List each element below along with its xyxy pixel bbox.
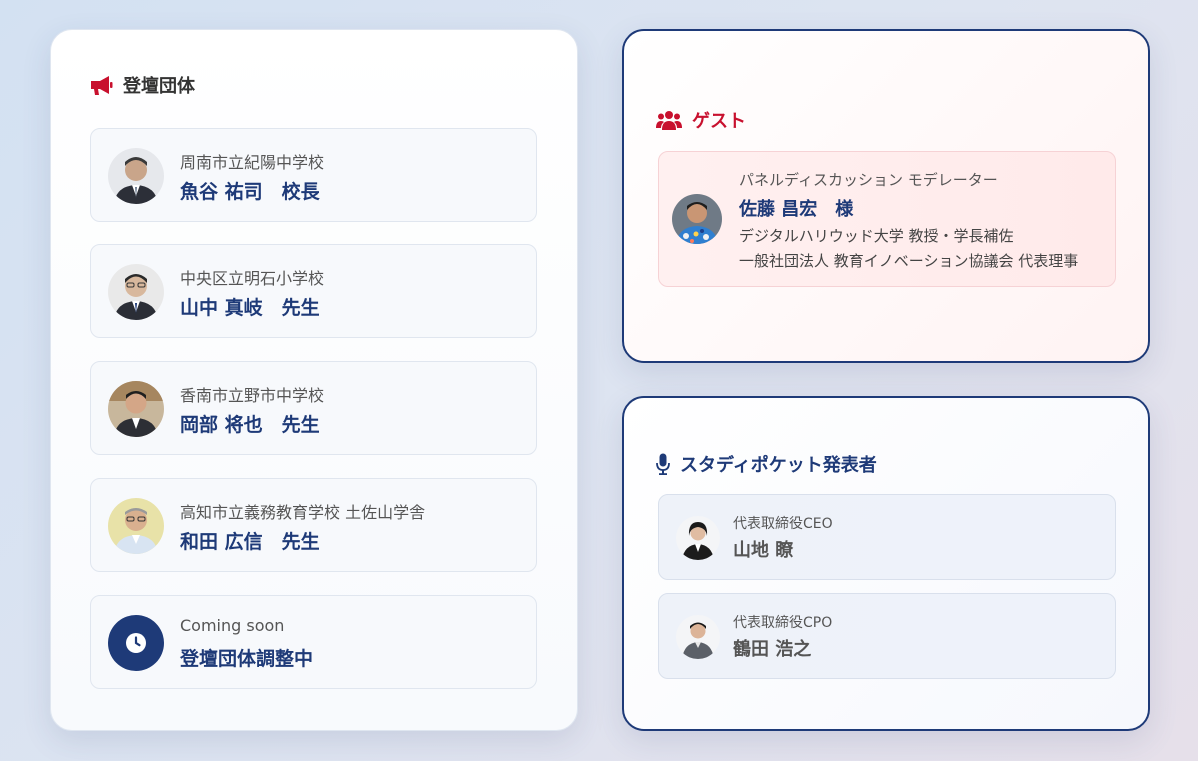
- avatar: [108, 498, 164, 554]
- guest-title: ゲスト: [692, 111, 746, 132]
- member-name: 登壇団体調整中: [180, 648, 314, 670]
- organizations-card: 登壇団体 周南市立紀陽中学校 魚谷 祐司 校長 中央区立明石小学校 山中 真岐 …: [50, 29, 578, 731]
- guest-profile: パネルディスカッション モデレーター 佐藤 昌宏 様 デジタルハリウッド大学 教…: [658, 151, 1116, 287]
- guest-heading: ゲスト: [656, 107, 746, 133]
- avatar: [672, 194, 722, 244]
- member-name: 岡部 将也 先生: [180, 414, 320, 436]
- member-school: 高知市立義務教育学校 土佐山学舎: [180, 503, 426, 522]
- guest-role: パネルディスカッション モデレーター: [739, 171, 998, 189]
- avatar: [108, 148, 164, 204]
- presenters-title: スタディポケット発表者: [680, 455, 877, 476]
- presenter-card: 代表取締役CEO 山地 瞭: [658, 494, 1116, 580]
- presenter-title: 代表取締役CEO: [733, 516, 833, 532]
- guest-affiliation: デジタルハリウッド大学 教授・学長補佐: [739, 227, 1014, 245]
- member-name: 和田 広信 先生: [180, 531, 320, 553]
- microphone-icon: [656, 453, 670, 475]
- megaphone-icon: [89, 74, 113, 96]
- member-card: 中央区立明石小学校 山中 真岐 先生: [90, 244, 537, 338]
- member-school: Coming soon: [180, 616, 285, 635]
- guest-affiliation: 一般社団法人 教育イノベーション協議会 代表理事: [739, 252, 1079, 270]
- member-card: 周南市立紀陽中学校 魚谷 祐司 校長: [90, 128, 537, 222]
- member-school: 周南市立紀陽中学校: [180, 153, 325, 172]
- member-card: 香南市立野市中学校 岡部 将也 先生: [90, 361, 537, 455]
- organizations-heading: 登壇団体: [89, 72, 195, 98]
- avatar: [108, 264, 164, 320]
- presenter-title: 代表取締役CPO: [733, 615, 833, 631]
- presenter-name: 鶴田 浩之: [733, 639, 812, 660]
- guest-card: ゲスト パネルディスカッション モデレーター 佐藤 昌宏 様 デジタルハリウッド…: [622, 29, 1150, 363]
- member-school: 中央区立明石小学校: [180, 269, 325, 288]
- clock-icon: [108, 615, 164, 671]
- guest-name: 佐藤 昌宏 様: [739, 199, 854, 220]
- member-card: 高知市立義務教育学校 土佐山学舎 和田 広信 先生: [90, 478, 537, 572]
- presenter-card: 代表取締役CPO 鶴田 浩之: [658, 593, 1116, 679]
- presenter-name: 山地 瞭: [733, 540, 794, 561]
- users-icon: [656, 110, 682, 130]
- member-school: 香南市立野市中学校: [180, 386, 325, 405]
- member-card-coming-soon: Coming soon 登壇団体調整中: [90, 595, 537, 689]
- organizations-title: 登壇団体: [123, 76, 195, 97]
- presenters-heading: スタディポケット発表者: [656, 451, 877, 477]
- member-name: 山中 真岐 先生: [180, 297, 320, 319]
- presenters-card: スタディポケット発表者 代表取締役CEO 山地 瞭 代表取締役CPO 鶴田 浩之: [622, 396, 1150, 731]
- avatar: [108, 381, 164, 437]
- avatar: [676, 615, 720, 659]
- member-name: 魚谷 祐司 校長: [180, 181, 320, 203]
- avatar: [676, 516, 720, 560]
